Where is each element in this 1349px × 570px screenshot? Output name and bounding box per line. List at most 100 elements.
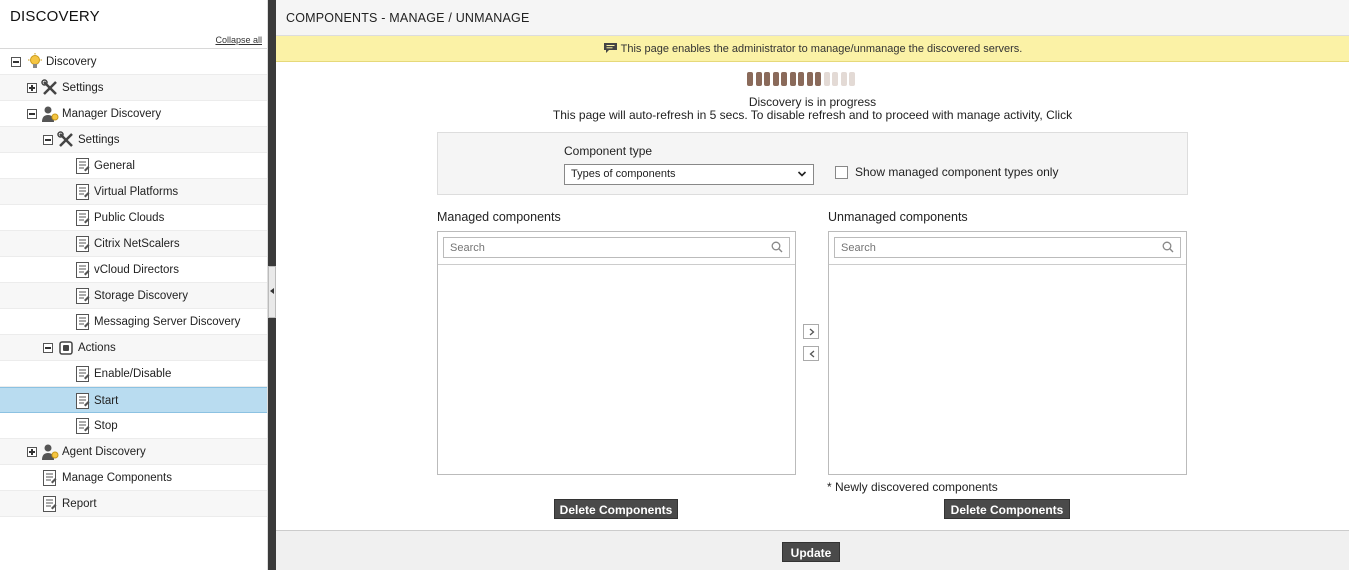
- tree-item-storage-discovery[interactable]: Storage Discovery: [0, 283, 267, 309]
- tree-item-actions[interactable]: Actions: [0, 335, 267, 361]
- document-icon: [76, 236, 90, 252]
- user-bulb-icon: [42, 106, 59, 122]
- collapse-toggle-icon[interactable]: [43, 343, 53, 353]
- sidebar-splitter[interactable]: [268, 0, 276, 570]
- tree-item-label: Manager Discovery: [62, 108, 162, 120]
- newly-discovered-note: * Newly discovered components: [827, 480, 998, 494]
- progress-segment-filled: [772, 72, 779, 86]
- tree-item-label: Messaging Server Discovery: [94, 316, 241, 328]
- search-icon[interactable]: [1162, 241, 1174, 253]
- document-icon: [76, 262, 90, 278]
- expand-toggle-icon[interactable]: [27, 83, 37, 93]
- tree-item-label: Citrix NetScalers: [94, 238, 180, 250]
- sidebar-title: DISCOVERY: [10, 8, 100, 25]
- delete-managed-components-button[interactable]: Delete Components: [554, 499, 678, 519]
- collapse-all-link[interactable]: Collapse all: [215, 35, 262, 45]
- expand-toggle-icon[interactable]: [27, 447, 37, 457]
- progress-segment-empty: [823, 72, 830, 86]
- show-managed-checkbox[interactable]: [835, 166, 848, 179]
- move-right-button[interactable]: [803, 324, 819, 339]
- progress-segment-empty: [840, 72, 847, 86]
- tree-item-label: vCloud Directors: [94, 264, 179, 276]
- tree-item-virtual-platforms[interactable]: Virtual Platforms: [0, 179, 267, 205]
- tree-item-label: Settings: [62, 82, 104, 94]
- discovery-status: Discovery is in progress: [748, 95, 877, 109]
- actions-icon: [59, 341, 73, 355]
- tree-item-label: Actions: [78, 342, 116, 354]
- tree-item-stop[interactable]: Stop: [0, 413, 267, 439]
- tree-item-agent-discovery[interactable]: Agent Discovery: [0, 439, 267, 465]
- managed-components-title: Managed components: [437, 210, 561, 224]
- disable-refresh-link[interactable]: Click: [1046, 108, 1072, 122]
- document-icon: [43, 496, 57, 512]
- tree-item-vcloud-directors[interactable]: vCloud Directors: [0, 257, 267, 283]
- main-panel: COMPONENTS - MANAGE / UNMANAGE This page…: [276, 0, 1349, 570]
- tree-item-label: Agent Discovery: [62, 446, 146, 458]
- tree-item-label: Enable/Disable: [94, 368, 172, 380]
- discovery-tree: Discovery Settings Manager Discovery Set…: [0, 48, 267, 517]
- tree-item-settings[interactable]: Settings: [0, 75, 267, 101]
- collapse-sidebar-handle[interactable]: [268, 266, 276, 318]
- info-banner: This page enables the administrator to m…: [276, 36, 1349, 62]
- component-type-value: Types of components: [571, 168, 676, 180]
- discovery-progress-bar: [747, 72, 858, 86]
- component-type-label: Component type: [564, 144, 653, 158]
- progress-segment-filled: [747, 72, 753, 86]
- managed-search-input[interactable]: [443, 237, 790, 258]
- progress-segment-filled: [781, 72, 787, 86]
- tree-item-discovery[interactable]: Discovery: [0, 49, 267, 75]
- chat-bubble-icon: [603, 43, 617, 53]
- progress-segment-filled: [789, 72, 796, 86]
- tree-item-label: Public Clouds: [94, 212, 165, 224]
- collapse-toggle-icon[interactable]: [43, 135, 53, 145]
- show-managed-label: Show managed component types only: [855, 165, 1059, 179]
- collapse-all-row: Collapse all: [0, 32, 267, 48]
- tree-item-citrix-netscalers[interactable]: Citrix NetScalers: [0, 231, 267, 257]
- tools-icon: [41, 79, 57, 95]
- document-icon: [76, 314, 90, 330]
- tree-item-manage-components[interactable]: Manage Components: [0, 465, 267, 491]
- tree-item-messaging-server-discovery[interactable]: Messaging Server Discovery: [0, 309, 267, 335]
- tree-item-report[interactable]: Report: [0, 491, 267, 517]
- progress-segment-filled: [806, 72, 813, 86]
- tree-item-label: Discovery: [46, 56, 97, 68]
- list-separator: [438, 264, 795, 265]
- managed-components-list[interactable]: [437, 231, 796, 475]
- page-title: COMPONENTS - MANAGE / UNMANAGE: [276, 0, 1349, 36]
- progress-segment-empty: [832, 72, 838, 86]
- tree-item-manager-settings[interactable]: Settings: [0, 127, 267, 153]
- banner-text: This page enables the administrator to m…: [620, 43, 1023, 55]
- tree-item-start[interactable]: Start: [0, 387, 267, 413]
- tree-item-general[interactable]: General: [0, 153, 267, 179]
- tree-item-label: Virtual Platforms: [94, 186, 179, 198]
- component-type-select[interactable]: Types of components: [564, 164, 814, 185]
- refresh-notice: This page will auto-refresh in 5 secs. T…: [276, 108, 1349, 122]
- update-button[interactable]: Update: [782, 542, 840, 562]
- move-left-button[interactable]: [803, 346, 819, 361]
- tree-item-label: Report: [62, 498, 97, 510]
- tree-item-label: Settings: [78, 134, 120, 146]
- tree-item-label: Start: [94, 395, 119, 407]
- progress-segment-filled: [798, 72, 804, 86]
- unmanaged-components-list[interactable]: [828, 231, 1187, 475]
- tree-item-label: Storage Discovery: [94, 290, 188, 302]
- collapse-toggle-icon[interactable]: [27, 109, 37, 119]
- unmanaged-components-title: Unmanaged components: [828, 210, 968, 224]
- search-icon[interactable]: [771, 241, 783, 253]
- document-icon: [76, 210, 90, 226]
- delete-unmanaged-components-button[interactable]: Delete Components: [944, 499, 1070, 519]
- tree-item-manager-discovery[interactable]: Manager Discovery: [0, 101, 267, 127]
- tree-item-public-clouds[interactable]: Public Clouds: [0, 205, 267, 231]
- document-icon: [76, 288, 90, 304]
- document-icon: [76, 393, 90, 409]
- unmanaged-search-input[interactable]: [834, 237, 1181, 258]
- sidebar: DISCOVERY Collapse all Discovery Setting…: [0, 0, 268, 570]
- document-icon: [43, 470, 57, 486]
- tree-item-enable-disable[interactable]: Enable/Disable: [0, 361, 267, 387]
- progress-segment-filled: [764, 72, 770, 86]
- chevron-down-icon: [797, 171, 807, 177]
- tree-item-label: Stop: [94, 420, 118, 432]
- document-icon: [76, 158, 90, 174]
- component-type-panel: Component type Types of components Show …: [437, 132, 1188, 195]
- collapse-toggle-icon[interactable]: [11, 57, 21, 67]
